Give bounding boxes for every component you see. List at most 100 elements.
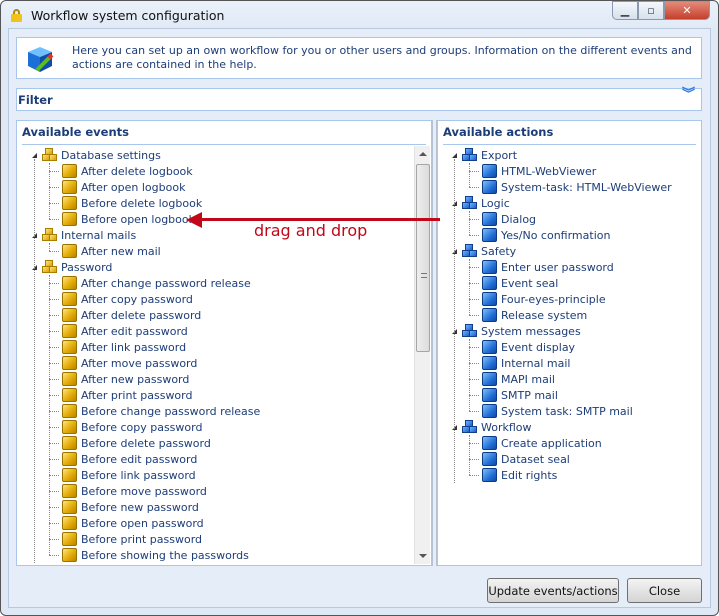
tree-item[interactable]: Before delete logbook: [62, 195, 202, 211]
tree-item-label: Enter user password: [501, 260, 614, 274]
tree-item[interactable]: Before open password: [62, 515, 204, 531]
action-group-icon: [462, 324, 477, 338]
tree-item-label: Before change password release: [81, 404, 261, 418]
scroll-down-icon[interactable]: [419, 554, 427, 558]
tree-item-label: After copy password: [81, 292, 193, 306]
events-scrollbar[interactable]: [414, 146, 430, 564]
event-icon: [62, 276, 77, 290]
update-events-actions-button[interactable]: Update events/actions: [487, 578, 619, 603]
close-window-button[interactable]: ✕: [664, 1, 710, 20]
tree-item[interactable]: After copy password: [62, 291, 193, 307]
tree-item-label: Internal mail: [501, 356, 571, 370]
tree-item-label: Create application: [501, 436, 602, 450]
maximize-icon: ▫: [647, 4, 655, 17]
tree-item[interactable]: Dataset seal: [482, 451, 570, 467]
tree-item-label: After move password: [81, 356, 198, 370]
tree-item-label: SMTP mail: [501, 388, 558, 402]
tree-item[interactable]: Internal mail: [482, 355, 570, 371]
tree-group[interactable]: System messages: [462, 323, 581, 339]
maximize-button[interactable]: ▫: [638, 1, 664, 20]
action-icon: [482, 356, 497, 370]
tree-item[interactable]: After change password release: [62, 275, 251, 291]
tree-group-label: Password: [61, 260, 113, 274]
tree-item[interactable]: HTML-WebViewer: [482, 163, 596, 179]
tree-group-label: Database settings: [61, 148, 161, 162]
tree-group[interactable]: Internal mails: [42, 227, 136, 243]
filter-bar[interactable]: Filter ︾: [16, 88, 702, 111]
tree-group[interactable]: Safety: [462, 243, 516, 259]
tree-item[interactable]: Edit rights: [482, 467, 557, 483]
tree-group[interactable]: Database settings: [42, 147, 161, 163]
tree-item[interactable]: After open logbook: [62, 179, 185, 195]
tree-item[interactable]: After delete password: [62, 307, 201, 323]
expand-collapse-icon[interactable]: [452, 153, 457, 158]
tree-item-label: Before open logbook: [81, 212, 195, 226]
tree-group[interactable]: Workflow: [462, 419, 532, 435]
tree-item[interactable]: Yes/No confirmation: [482, 227, 610, 243]
event-icon: [62, 452, 77, 466]
scroll-up-icon[interactable]: [419, 152, 427, 156]
tree-item[interactable]: After new mail: [62, 243, 161, 259]
tree-item-label: Before edit password: [81, 452, 198, 466]
tree-item[interactable]: Event seal: [482, 275, 558, 291]
tree-item[interactable]: Before change password release: [62, 403, 260, 419]
action-icon: [482, 340, 497, 354]
tree-item[interactable]: After move password: [62, 355, 197, 371]
tree-item[interactable]: MAPI mail: [482, 371, 555, 387]
tree-item[interactable]: Create application: [482, 435, 602, 451]
tree-item[interactable]: SMTP mail: [482, 387, 558, 403]
event-icon: [62, 436, 77, 450]
event-icon: [62, 420, 77, 434]
tree-item[interactable]: After link password: [62, 339, 186, 355]
close-button[interactable]: Close: [627, 578, 702, 603]
scrollbar-thumb[interactable]: [416, 164, 430, 352]
tree-item[interactable]: Dialog: [482, 211, 536, 227]
tree-item[interactable]: After edit password: [62, 323, 188, 339]
tree-item[interactable]: Before showing the passwords: [62, 547, 249, 563]
info-text: Here you can set up an own workflow for …: [72, 44, 692, 71]
minimize-button[interactable]: ▁: [612, 1, 638, 20]
event-icon: [62, 164, 77, 178]
action-group-icon: [462, 420, 477, 434]
tree-item[interactable]: System-task: HTML-WebViewer: [482, 179, 672, 195]
drag-drop-annotation: drag and drop: [254, 221, 368, 240]
tree-item[interactable]: Before new password: [62, 499, 199, 515]
tree-item-label: Before new password: [81, 500, 199, 514]
tree-group-label: System messages: [481, 324, 581, 338]
tree-group[interactable]: Export: [462, 147, 517, 163]
tree-item-label: After new mail: [81, 244, 161, 258]
event-icon: [62, 212, 77, 226]
close-icon: ✕: [682, 4, 692, 17]
tree-item[interactable]: After delete logbook: [62, 163, 193, 179]
tree-item[interactable]: Before print password: [62, 531, 202, 547]
tree-item[interactable]: Before delete password: [62, 435, 211, 451]
tree-item[interactable]: System task: SMTP mail: [482, 403, 633, 419]
tree-item-label: HTML-WebViewer: [501, 164, 597, 178]
tree-item[interactable]: Before copy password: [62, 419, 202, 435]
workflow-cube-icon: [28, 47, 54, 72]
expand-collapse-icon[interactable]: [32, 153, 37, 158]
tree-item[interactable]: Release system: [482, 307, 587, 323]
tree-item[interactable]: Before edit password: [62, 451, 197, 467]
tree-item[interactable]: After new password: [62, 371, 189, 387]
tree-item[interactable]: Before move password: [62, 483, 207, 499]
event-icon: [62, 324, 77, 338]
tree-item-label: Event display: [501, 340, 576, 354]
arrow-head-icon: [186, 212, 202, 228]
tree-group[interactable]: Logic: [462, 195, 510, 211]
tree-item[interactable]: Four-eyes-principle: [482, 291, 606, 307]
action-icon: [482, 436, 497, 450]
tree-item[interactable]: Event display: [482, 339, 575, 355]
tree-item[interactable]: Enter user password: [482, 259, 614, 275]
tree-item[interactable]: Before open logbook: [62, 211, 195, 227]
action-icon: [482, 388, 497, 402]
tree-item[interactable]: Before link password: [62, 467, 196, 483]
event-icon: [62, 532, 77, 546]
tree-item[interactable]: After print password: [62, 387, 192, 403]
event-icon: [62, 548, 77, 562]
tree-group[interactable]: Password: [42, 259, 112, 275]
tree-item-label: After change password release: [81, 276, 251, 290]
tree-item-label: Before delete password: [81, 436, 211, 450]
expand-chevron-icon[interactable]: ︾: [682, 88, 695, 101]
tree-item-label: Dialog: [501, 212, 537, 226]
